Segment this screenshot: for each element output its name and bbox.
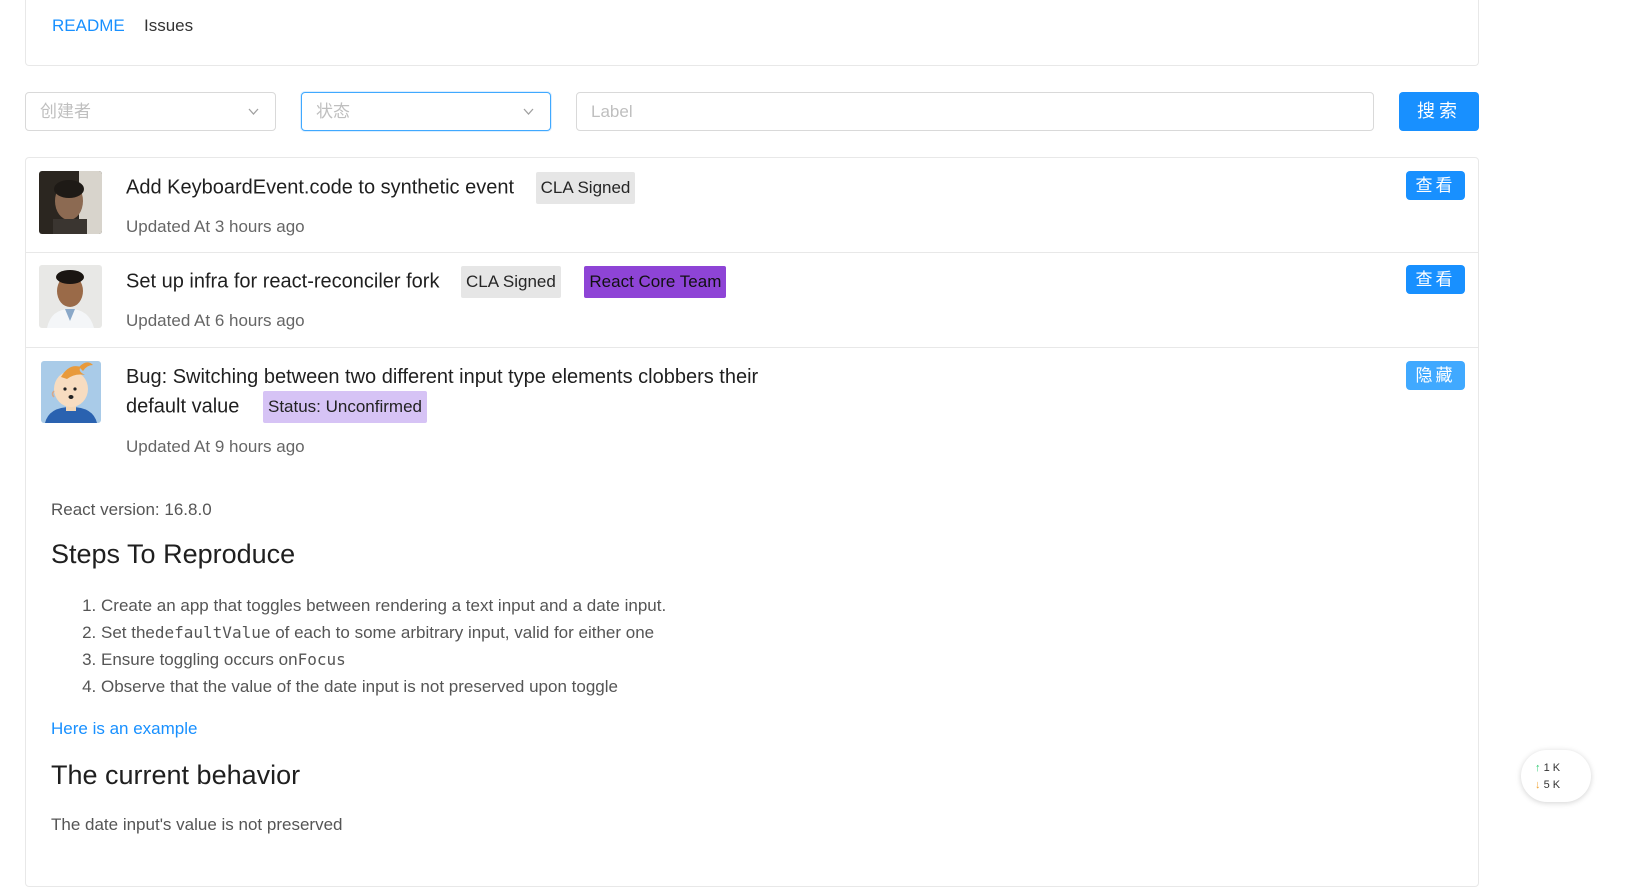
avatar (41, 361, 101, 423)
view-button[interactable]: 查看 (1406, 265, 1465, 294)
label-status-unconfirmed: Status: Unconfirmed (262, 391, 427, 423)
label-cla-signed: CLA Signed (535, 172, 636, 204)
tab-issues[interactable]: Issues (144, 14, 193, 38)
issue-item: Add KeyboardEvent.code to synthetic even… (26, 158, 1478, 253)
avatar (39, 265, 102, 328)
label-input[interactable] (576, 92, 1374, 131)
up-arrow-icon: ↑ (1535, 762, 1541, 774)
label-cla-signed: CLA Signed (461, 266, 561, 298)
steps-list: Create an app that toggles between rende… (51, 592, 666, 700)
example-link[interactable]: Here is an example (51, 717, 197, 741)
speed-widget[interactable]: ↑ 1 K ↓ 5 K (1521, 750, 1591, 802)
issue-item: Bug: Switching between two different inp… (26, 348, 1478, 888)
steps-heading: Steps To Reproduce (51, 539, 296, 569)
issue-title[interactable]: Set up infra for react-reconciler fork (126, 270, 439, 292)
download-speed-value: 5 K (1543, 779, 1561, 791)
status-select-placeholder: 状态 (316, 102, 350, 121)
creator-select-placeholder: 创建者 (40, 102, 91, 121)
issue-updated: Updated At 6 hours ago (126, 311, 305, 330)
issue-title-line-2[interactable]: default value (126, 395, 239, 417)
step-item: Ensure toggling occurs onFocus (101, 646, 666, 673)
creator-select[interactable]: 创建者 (25, 92, 276, 131)
label-react-core-team: React Core Team (584, 266, 727, 298)
view-button[interactable]: 查看 (1406, 171, 1465, 200)
issue-title-line-1[interactable]: Bug: Switching between two different inp… (126, 362, 758, 392)
chevron-down-icon (248, 108, 259, 115)
issue-title[interactable]: Add KeyboardEvent.code to synthetic even… (126, 176, 514, 198)
download-speed: ↓ 5 K (1535, 778, 1560, 792)
issue-updated: Updated At 9 hours ago (126, 437, 305, 456)
issue-updated: Updated At 3 hours ago (126, 217, 305, 236)
step-item: Create an app that toggles between rende… (101, 592, 666, 619)
tab-readme[interactable]: README (52, 14, 125, 38)
status-select[interactable]: 状态 (301, 92, 551, 131)
hide-button[interactable]: 隐藏 (1406, 361, 1465, 390)
step-item: Set thedefaultValue of each to some arbi… (101, 619, 666, 646)
tab-bar: README Issues (25, 0, 1479, 66)
chevron-down-icon (523, 108, 534, 115)
current-behavior-heading: The current behavior (51, 760, 301, 790)
current-behavior-text: The date input's value is not preserved (51, 815, 343, 834)
step-item: Observe that the value of the date input… (101, 673, 666, 700)
upload-speed: ↑ 1 K (1535, 761, 1560, 775)
avatar (39, 171, 102, 234)
search-button[interactable]: 搜索 (1399, 92, 1479, 131)
issue-item: Set up infra for react-reconciler fork C… (26, 253, 1478, 348)
issue-list: Add KeyboardEvent.code to synthetic even… (25, 157, 1479, 887)
upload-speed-value: 1 K (1543, 762, 1561, 774)
down-arrow-icon: ↓ (1535, 779, 1541, 791)
react-version: React version: 16.8.0 (51, 500, 212, 519)
